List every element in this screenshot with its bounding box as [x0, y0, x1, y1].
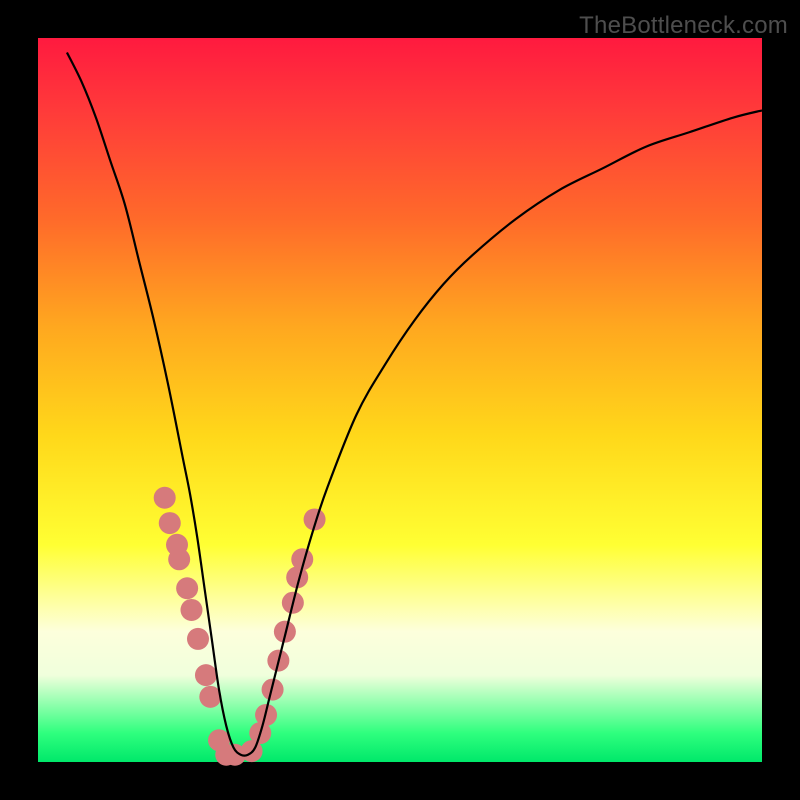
chart-frame: TheBottleneck.com [0, 0, 800, 800]
data-marker [187, 628, 209, 650]
chart-overlay-svg [0, 0, 800, 800]
data-marker [180, 599, 202, 621]
data-marker [176, 577, 198, 599]
bottleneck-curve [67, 52, 762, 755]
watermark-text: TheBottleneck.com [579, 12, 788, 40]
data-marker [168, 548, 190, 570]
data-marker [154, 487, 176, 509]
markers-group [154, 487, 326, 766]
data-marker [159, 512, 181, 534]
data-marker [195, 664, 217, 686]
